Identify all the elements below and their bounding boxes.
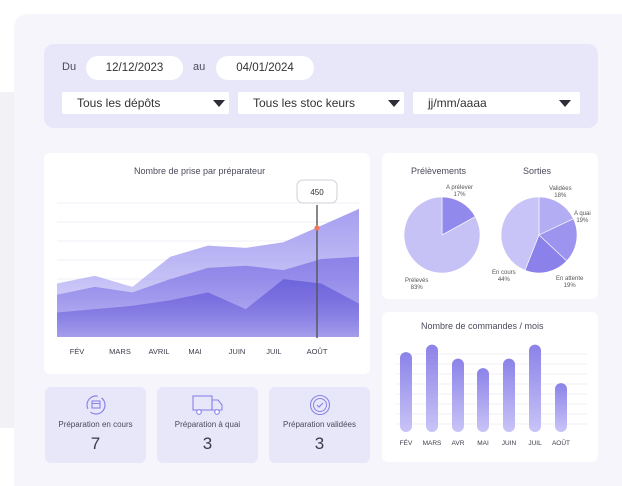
bar-août [555,383,567,432]
to-label: au [193,61,206,73]
stat-value: 3 [314,434,325,453]
chevron-down-icon [388,100,400,107]
x-tick-label: JUIN [229,347,246,356]
bar-juil [529,344,541,432]
stat-label: Préparation à quai [174,420,241,429]
bar-avr [452,358,464,432]
highlight-point [314,225,320,231]
x-tick-label: AOÛT [552,438,570,447]
pie-label-preleves: Prélevés 83% [405,278,428,292]
x-tick-label: JUIL [528,440,542,447]
bar-fév [400,352,412,432]
pie-label-en-attente: En attente 19% [556,276,583,290]
en-cours-pct: 44% [497,277,510,283]
stat-card-validees[interactable]: Préparation validées 3 [269,387,370,463]
stat-label: Préparation en cours [58,420,133,429]
depot-select-value: Tous les dépôts [77,96,161,110]
left-side-strip [0,92,14,428]
x-tick-label: JUIN [502,440,517,447]
chevron-down-icon [213,100,225,107]
preleves-label: Prélevés [405,278,429,284]
to-date-field[interactable]: 04/01/2024 [216,56,314,80]
x-tick-label: AVR [452,440,465,447]
en-attente-label: En attente [556,276,584,282]
en-attente-pct: 19% [563,283,576,289]
area-chart: FÉV MARS AVRIL MAI JUIN JUIL AOÛT 450 [57,179,359,356]
validees-label: Validées [549,186,572,192]
from-date-field[interactable]: 12/12/2023 [86,56,183,80]
preleves-pct: 83% [410,285,423,291]
a-prelever-pct: 17% [453,192,466,198]
pie-label-en-cours: En cours 44% [492,270,516,284]
pie-label-validees: Validées 18% [549,186,572,200]
x-tick-label: FÉV [70,347,85,356]
x-tick-label: MAI [188,347,201,356]
refresh-box-icon [86,395,106,415]
x-tick-label: MARS [423,440,442,447]
x-tick-label: AVRIL [148,347,169,356]
x-tick-label: MARS [109,347,131,356]
stockkeeper-select[interactable]: Tous les stoc keurs [238,92,404,114]
date-input-placeholder: jj/mm/aaaa [428,96,487,110]
bar-mars [426,344,438,432]
bar-juin [503,358,515,432]
stat-label: Préparation validées [283,420,356,429]
pie-label-a-quai: A quai 19% [574,211,591,225]
x-tick-label: JUIL [266,347,281,356]
date-input[interactable]: jj/mm/aaaa [413,92,580,114]
stat-value: 7 [90,434,101,453]
bar-chart: FÉV MARS AVR MAI JUIN JUIL AOÛT [396,344,587,447]
tooltip-value: 450 [310,188,324,197]
a-quai-label: A quai [574,211,591,217]
from-label: Du [62,61,77,73]
truck-icon [192,395,223,415]
depot-select[interactable]: Tous les dépôts [62,92,229,114]
stockkeeper-select-value: Tous les stoc keurs [253,96,356,110]
check-circle-icon [309,394,331,416]
calendar-dropdown-icon [559,100,571,107]
a-quai-pct: 19% [576,218,589,224]
a-prelever-label: A prélever [446,185,474,191]
x-tick-label: FÉV [400,438,413,447]
stat-value: 3 [202,434,213,453]
stat-card-en-cours[interactable]: Préparation en cours 7 [45,387,146,463]
validees-pct: 18% [554,193,567,199]
x-tick-label: MAI [477,440,489,447]
x-tick-label: AOÛT [307,347,328,356]
en-cours-label: En cours [492,270,516,276]
stat-card-a-quai[interactable]: Préparation à quai 3 [157,387,258,463]
pie-label-a-prelever: A prélever 17% [446,185,473,199]
bar-mai [477,368,489,432]
